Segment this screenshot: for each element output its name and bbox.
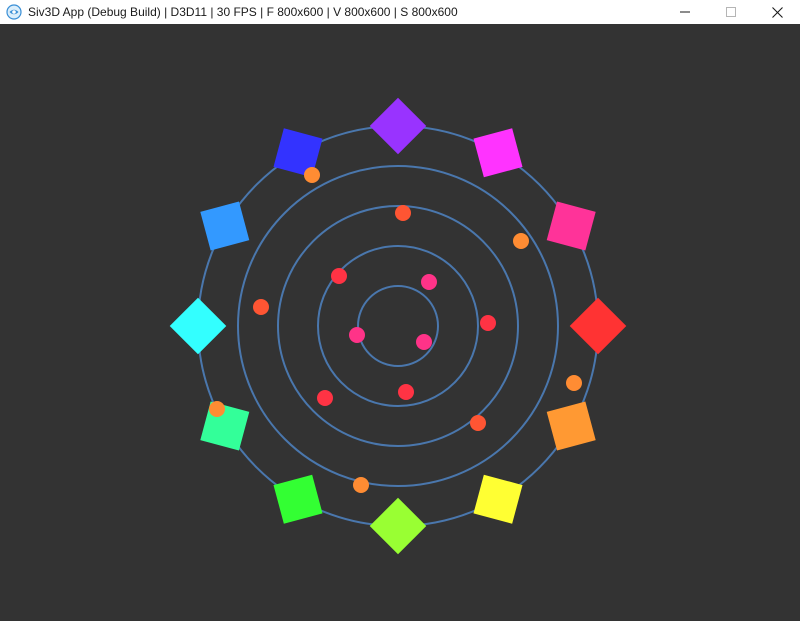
orbit-square-4 [569, 297, 627, 355]
siv3d-logo-icon [6, 4, 22, 20]
orbit-dot-7 [470, 415, 486, 431]
orbit-square-10 [169, 297, 227, 355]
orbit-dot-3 [566, 375, 582, 391]
window-title: Siv3D App (Debug Build) | D3D11 | 30 FPS… [28, 5, 458, 19]
orbit-dot-5 [209, 401, 225, 417]
orbit-square-8 [273, 474, 323, 524]
orbit-dot-12 [421, 274, 437, 290]
orbit-square-11 [200, 201, 250, 251]
orbit-square-7 [369, 497, 427, 555]
orbit-square-6 [473, 474, 523, 524]
orbit-dot-11 [331, 268, 347, 284]
render-canvas[interactable] [0, 24, 800, 621]
orbit-dot-8 [395, 205, 411, 221]
minimize-icon [680, 11, 690, 13]
orbit-square-1 [369, 97, 427, 155]
orbit-dot-9 [480, 315, 496, 331]
minimize-button[interactable] [662, 0, 708, 24]
window-controls [662, 0, 800, 24]
maximize-icon [726, 7, 736, 17]
orbit-square-3 [546, 201, 596, 251]
orbit-dot-15 [416, 334, 432, 350]
title-bar[interactable]: Siv3D App (Debug Build) | D3D11 | 30 FPS… [0, 0, 800, 24]
orbit-ring-1 [357, 285, 439, 367]
orbit-dot-6 [253, 299, 269, 315]
maximize-button[interactable] [708, 0, 754, 24]
orbit-dot-13 [398, 384, 414, 400]
orbit-square-5 [546, 401, 596, 451]
orbit-dot-14 [349, 327, 365, 343]
orbit-square-2 [473, 128, 523, 178]
orbit-ring-5 [197, 125, 599, 527]
close-icon [771, 6, 783, 18]
close-button[interactable] [754, 0, 800, 24]
orbit-dot-4 [353, 477, 369, 493]
orbit-dot-2 [513, 233, 529, 249]
orbit-dot-10 [317, 390, 333, 406]
scene-svg [169, 97, 627, 555]
orbit-dot-1 [304, 167, 320, 183]
app-window: Siv3D App (Debug Build) | D3D11 | 30 FPS… [0, 0, 800, 621]
